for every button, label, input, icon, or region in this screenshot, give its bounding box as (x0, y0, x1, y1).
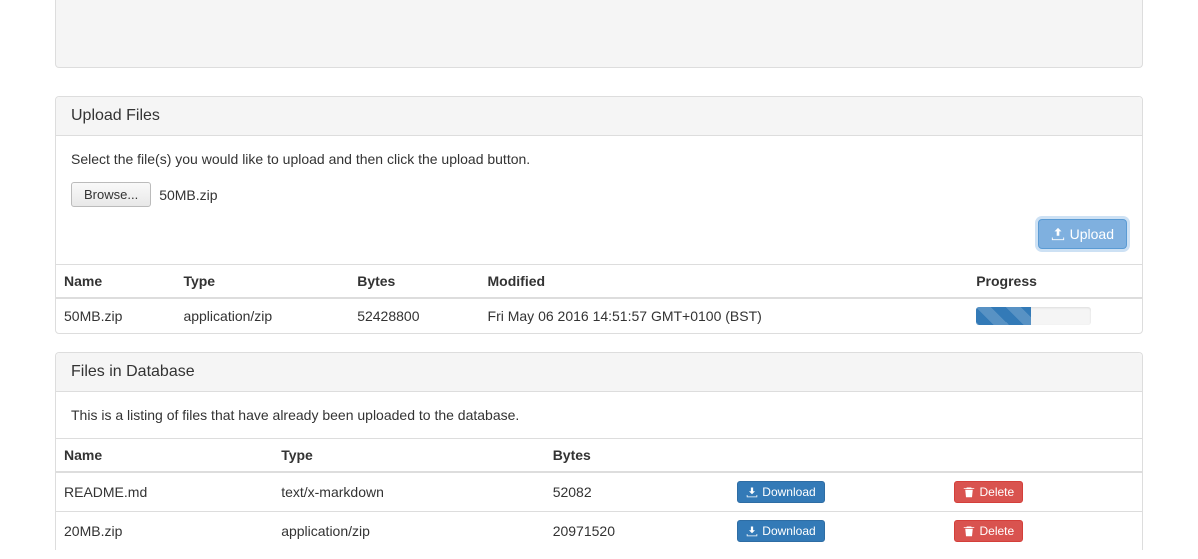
download-button-label: Download (762, 485, 815, 499)
delete-button-label: Delete (979, 524, 1014, 538)
browse-button[interactable]: Browse... (71, 182, 151, 207)
database-panel-heading: Files in Database (56, 353, 1142, 392)
upload-table-row: 50MB.zip application/zip 52428800 Fri Ma… (56, 298, 1142, 333)
upload-table: Name Type Bytes Modified Progress 50MB.z… (56, 264, 1142, 333)
top-panel-stub (55, 0, 1143, 68)
db-row-type: application/zip (273, 512, 545, 551)
upload-panel: Upload Files Select the file(s) you woul… (55, 96, 1143, 334)
upload-row-bytes: 52428800 (349, 298, 479, 333)
selected-filename: 50MB.zip (159, 187, 217, 203)
download-icon (746, 486, 758, 498)
database-panel: Files in Database This is a listing of f… (55, 352, 1143, 550)
upload-col-bytes: Bytes (349, 265, 479, 299)
delete-button[interactable]: Delete (954, 481, 1023, 503)
upload-col-modified: Modified (480, 265, 969, 299)
progress-bar (976, 307, 1091, 325)
db-table-row: README.md text/x-markdown 52082 Download (56, 472, 1142, 512)
upload-col-name: Name (56, 265, 175, 299)
upload-icon (1051, 227, 1065, 241)
db-col-actions-1 (729, 439, 946, 473)
upload-col-type: Type (175, 265, 349, 299)
upload-panel-body: Select the file(s) you would like to upl… (56, 136, 1142, 264)
upload-button-label: Upload (1070, 226, 1114, 242)
database-description: This is a listing of files that have alr… (71, 407, 1127, 423)
upload-row-progress (968, 298, 1142, 333)
delete-button[interactable]: Delete (954, 520, 1023, 542)
upload-button[interactable]: Upload (1038, 219, 1127, 249)
progress-fill (976, 307, 1031, 325)
upload-panel-heading: Upload Files (56, 97, 1142, 136)
download-button[interactable]: Download (737, 481, 824, 503)
download-button-label: Download (762, 524, 815, 538)
trash-icon (963, 486, 975, 498)
file-select-row: Browse... 50MB.zip (71, 182, 1127, 207)
trash-icon (963, 525, 975, 537)
db-col-type: Type (273, 439, 545, 473)
download-button[interactable]: Download (737, 520, 824, 542)
delete-button-label: Delete (979, 485, 1014, 499)
db-row-bytes: 52082 (545, 472, 730, 512)
db-col-actions-2 (946, 439, 1142, 473)
db-row-type: text/x-markdown (273, 472, 545, 512)
upload-row-type: application/zip (175, 298, 349, 333)
database-table: Name Type Bytes README.md text/x-markdow… (56, 438, 1142, 550)
db-row-name: README.md (56, 472, 273, 512)
db-table-row: 20MB.zip application/zip 20971520 Downlo… (56, 512, 1142, 551)
upload-col-progress: Progress (968, 265, 1142, 299)
download-icon (746, 525, 758, 537)
upload-row-modified: Fri May 06 2016 14:51:57 GMT+0100 (BST) (480, 298, 969, 333)
db-col-name: Name (56, 439, 273, 473)
db-row-bytes: 20971520 (545, 512, 730, 551)
upload-row-name: 50MB.zip (56, 298, 175, 333)
database-panel-body: This is a listing of files that have alr… (56, 392, 1142, 438)
upload-description: Select the file(s) you would like to upl… (71, 151, 1127, 167)
db-row-name: 20MB.zip (56, 512, 273, 551)
db-col-bytes: Bytes (545, 439, 730, 473)
